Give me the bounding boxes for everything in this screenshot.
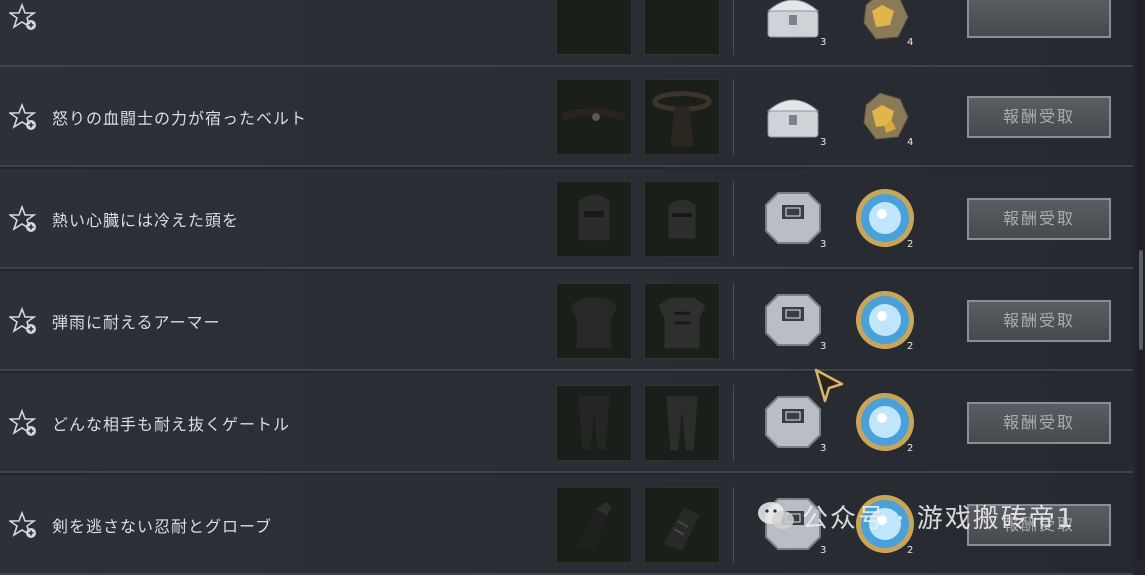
divider	[733, 283, 734, 359]
silver-chest-icon[interactable]	[762, 0, 824, 47]
quest-title: 熱い心臓には冷えた頭を	[52, 211, 240, 230]
silver-box-icon[interactable]	[762, 289, 824, 351]
divider	[733, 385, 734, 461]
item-slot-2[interactable]	[644, 0, 720, 55]
item-slot-gloves[interactable]	[556, 487, 632, 563]
claim-reward-button[interactable]: 報酬受取	[966, 95, 1112, 139]
wechat-icon	[758, 502, 794, 529]
item-slot-gaiters-alt[interactable]	[644, 385, 720, 461]
item-slot-helmet[interactable]	[556, 181, 632, 257]
reward-count: 3	[820, 545, 827, 556]
item-slot-armor-alt[interactable]	[644, 283, 720, 359]
reward-count: 3	[820, 137, 827, 148]
silver-box-icon[interactable]	[762, 187, 824, 249]
claim-reward-button[interactable]: 報酬受取	[966, 197, 1112, 241]
item-slot-belt[interactable]	[556, 79, 632, 155]
star-plus-icon[interactable]	[7, 102, 39, 133]
reward-count: 3	[820, 37, 827, 48]
star-plus-icon[interactable]	[7, 408, 39, 439]
reward-count: 4	[907, 37, 914, 48]
quest-title: 剣を逃さない忍耐とグローブ	[52, 517, 273, 536]
quest-row: 怒りの血闘士の力が宿ったベルト 3 4 報酬受取	[0, 67, 1133, 167]
divider	[733, 0, 734, 55]
item-slot-gaiters[interactable]	[556, 385, 632, 461]
divider	[733, 79, 734, 155]
reward-count: 2	[907, 443, 914, 454]
reward-count: 3	[820, 443, 827, 454]
reward-count: 3	[820, 239, 827, 250]
reward-count: 4	[907, 137, 914, 148]
item-slot-armor[interactable]	[556, 283, 632, 359]
watermark: 公众号 · 游戏搬砖帝1	[756, 496, 1075, 536]
item-slot-1[interactable]	[556, 0, 632, 55]
quest-row: 熱い心臓には冷えた頭を 3 2 報酬受取	[0, 169, 1133, 269]
cursor-icon	[812, 366, 846, 404]
claim-reward-button[interactable]: 報酬受取	[966, 401, 1112, 445]
quest-title: 弾雨に耐えるアーマー	[52, 313, 221, 332]
quest-title: どんな相手も耐え抜くゲートル	[52, 415, 291, 434]
divider	[733, 181, 734, 257]
quest-row: 弾雨に耐えるアーマー 3 2 報酬受取	[0, 271, 1133, 371]
reward-count: 3	[820, 341, 827, 352]
quest-row: どんな相手も耐え抜くゲートル 3 2 報酬受取	[0, 373, 1133, 473]
watermark-text: 公众号 · 游戏搬砖帝1	[802, 503, 1076, 534]
claim-reward-button[interactable]: 報酬受取	[966, 299, 1112, 343]
quest-row: 3 4	[0, 0, 1133, 67]
quest-title: 怒りの血闘士の力が宿ったベルト	[52, 109, 308, 128]
silver-chest-icon[interactable]	[762, 85, 824, 147]
reward-count: 2	[907, 341, 914, 352]
claim-reward-button[interactable]	[966, 0, 1112, 39]
scrollbar-thumb[interactable]	[1139, 250, 1143, 350]
star-plus-icon[interactable]	[7, 510, 39, 541]
item-slot-belt-alt[interactable]	[644, 79, 720, 155]
quest-list: 3 4 怒りの血闘士の力が宿ったベルト 3 4 報酬受取 熱い心臓には冷えた頭を…	[0, 0, 1135, 575]
reward-count: 2	[907, 545, 914, 556]
divider	[733, 487, 734, 563]
reward-count: 2	[907, 239, 914, 250]
star-plus-icon[interactable]	[7, 204, 39, 235]
item-slot-helmet-alt[interactable]	[644, 181, 720, 257]
star-plus-icon[interactable]	[7, 306, 39, 337]
star-plus-icon[interactable]	[7, 2, 39, 33]
item-slot-gloves-alt[interactable]	[644, 487, 720, 563]
